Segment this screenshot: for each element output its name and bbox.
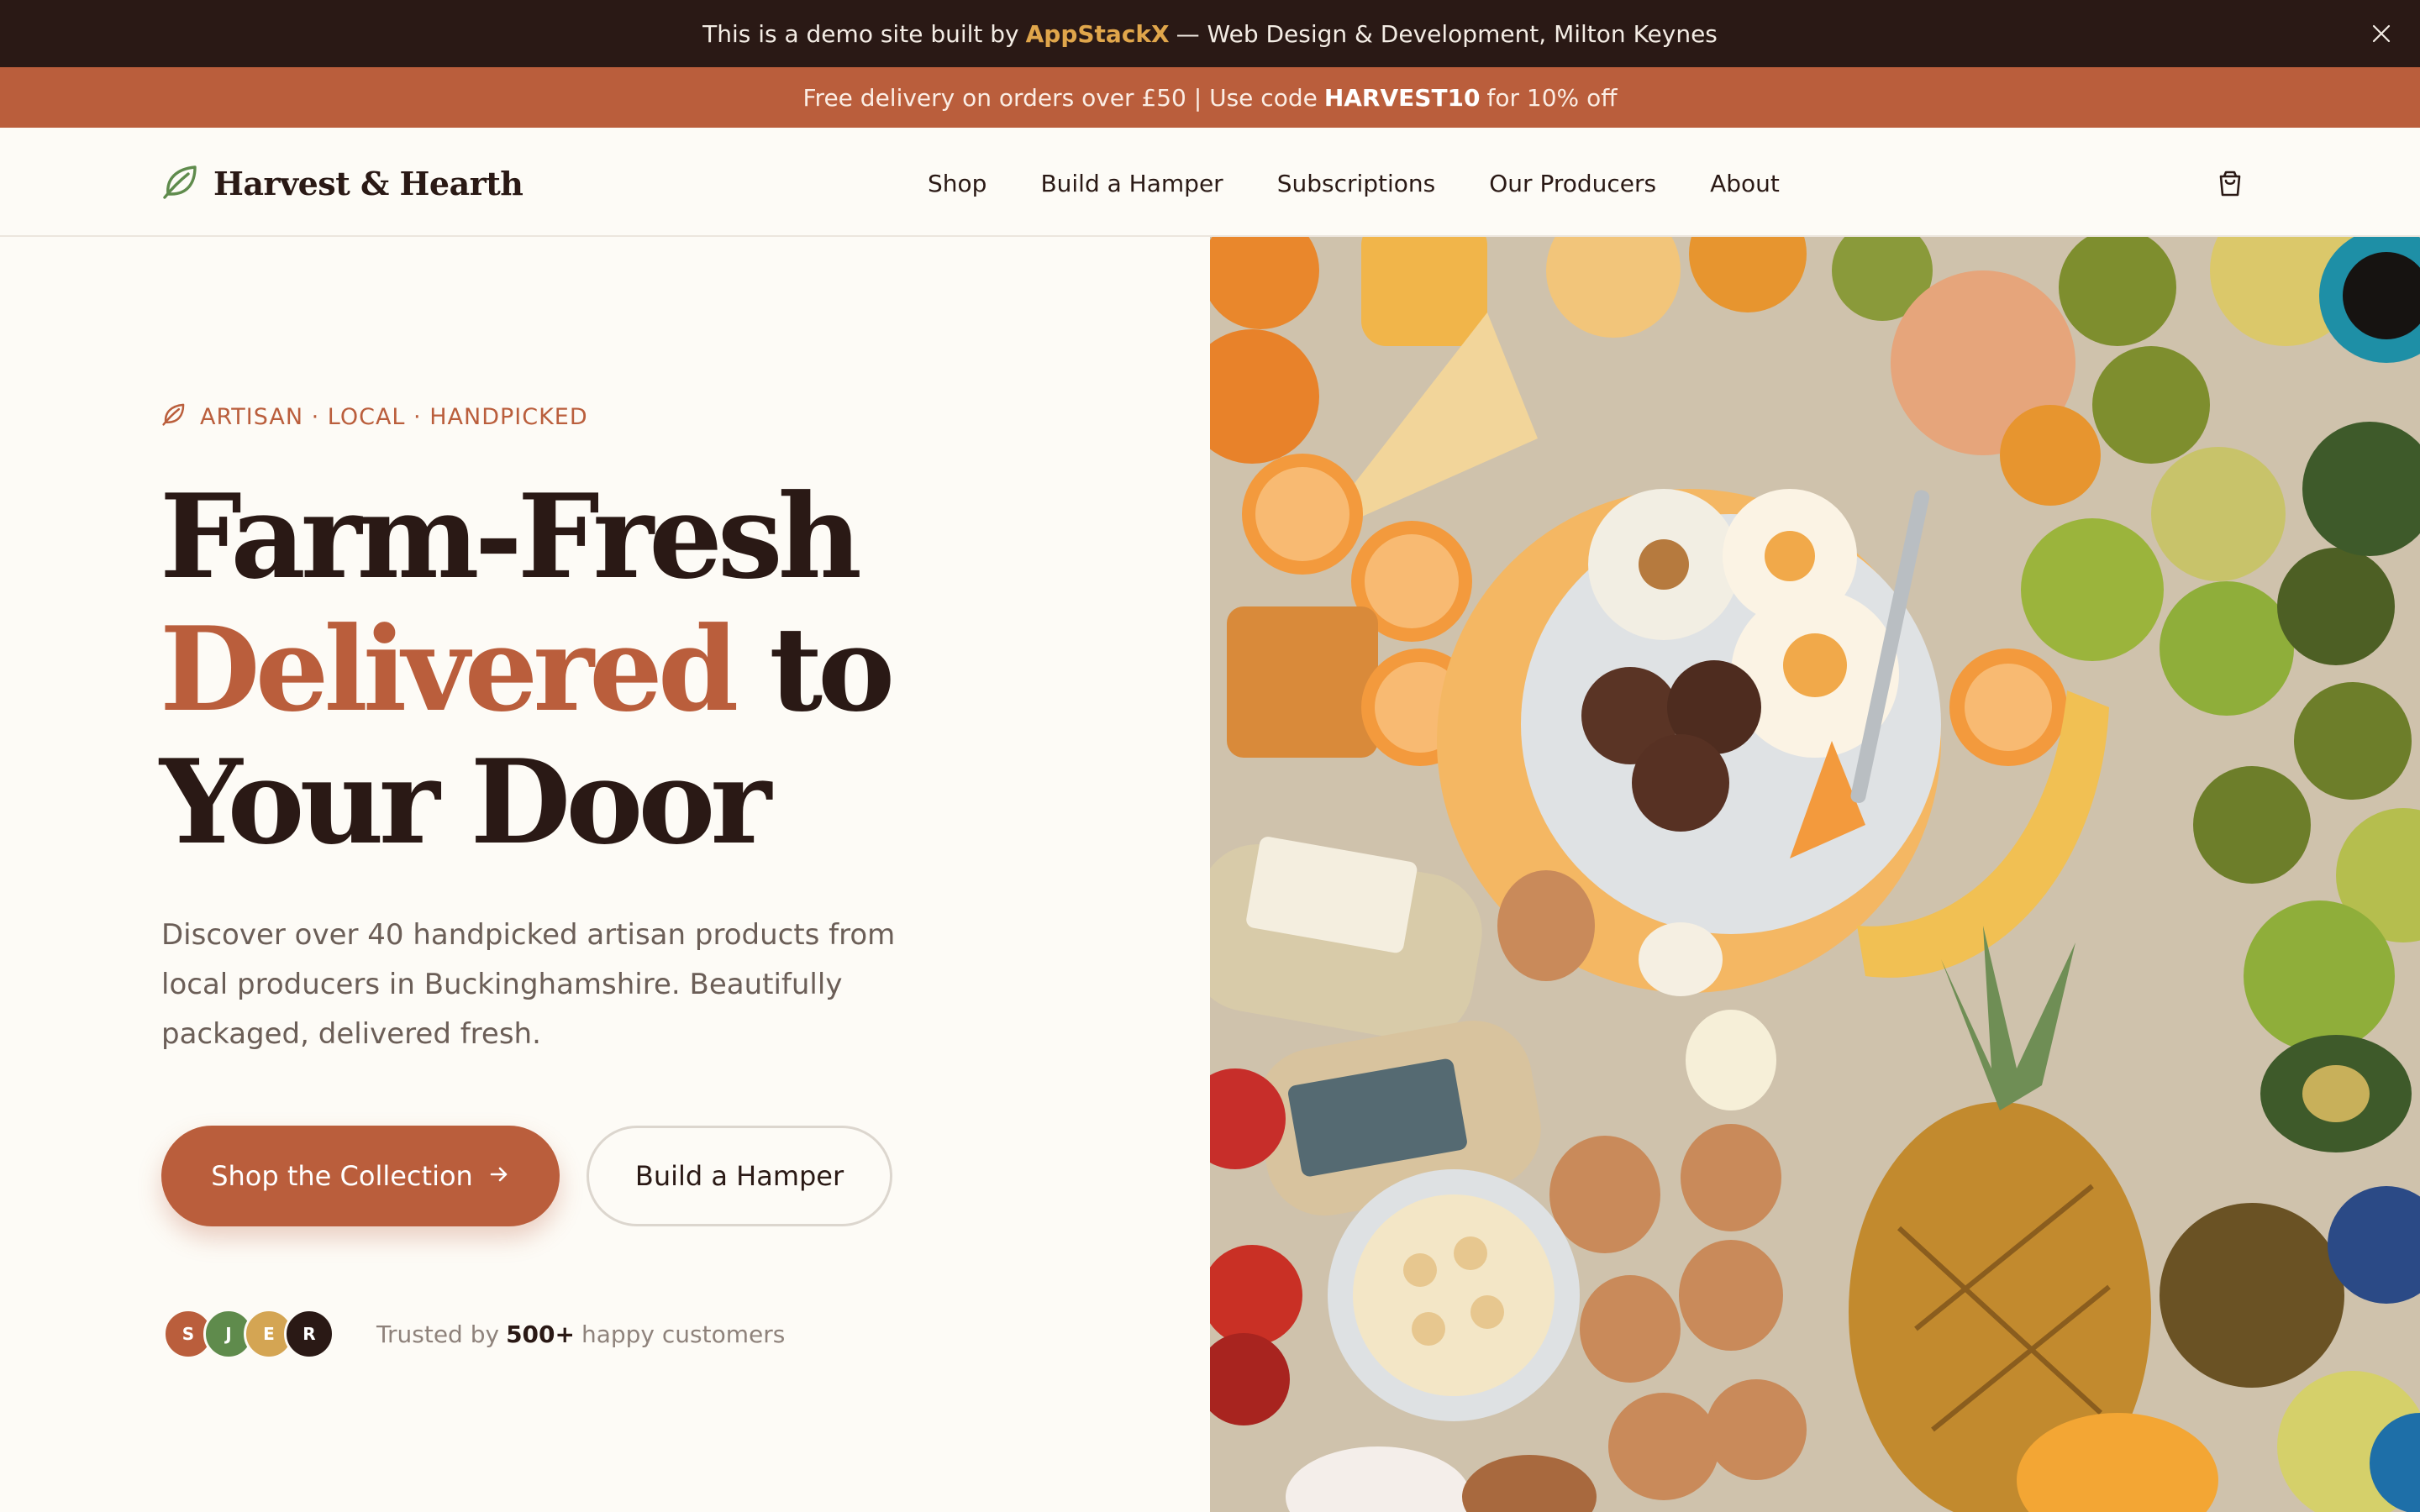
demo-banner-suffix: — Web Design & Development, Milton Keyne… [1176, 19, 1718, 48]
nav-shop[interactable]: Shop [928, 170, 986, 197]
close-icon[interactable] [2366, 18, 2396, 49]
leaf-icon [161, 162, 200, 204]
arrow-right-icon [488, 1160, 510, 1192]
headline-line-1: Farm-Fresh [160, 468, 862, 605]
site-logo[interactable]: Harvest & Hearth [161, 158, 523, 208]
hero-headline: Farm-Fresh Delivered to Your Door [160, 470, 1168, 869]
logo-text: Harvest & Hearth [213, 164, 523, 202]
nav-build-a-hamper[interactable]: Build a Hamper [1040, 170, 1223, 197]
trust-statement: Trusted by 500+ happy customers [376, 1317, 785, 1351]
shop-collection-button[interactable]: Shop the Collection [161, 1126, 560, 1226]
shop-collection-label: Shop the Collection [211, 1160, 473, 1192]
build-hamper-label: Build a Hamper [634, 1160, 844, 1192]
nav-about[interactable]: About [1710, 170, 1780, 197]
promo-banner: Free delivery on orders over £50 | Use c… [0, 67, 2420, 128]
demo-banner: This is a demo site built by AppStackX —… [0, 0, 2420, 67]
trust-count: 500+ [506, 1320, 575, 1348]
promo-suffix: for 10% off [1486, 83, 1618, 112]
headline-line-3: Your Door [160, 733, 771, 870]
shopping-bag-icon[interactable] [2213, 166, 2247, 200]
trust-prefix: Trusted by [376, 1320, 500, 1348]
promo-code: HARVEST10 [1323, 83, 1481, 112]
build-hamper-button[interactable]: Build a Hamper [587, 1126, 892, 1226]
promo-prefix: Free delivery on orders over £50 | Use c… [802, 83, 1318, 112]
headline-accent: Delivered [160, 601, 739, 738]
trust-suffix: happy customers [581, 1320, 786, 1348]
hero-eyebrow-text: ARTISAN · LOCAL · HANDPICKED [200, 403, 588, 430]
demo-banner-prefix: This is a demo site built by [702, 19, 1019, 48]
hero-eyebrow: ARTISAN · LOCAL · HANDPICKED [161, 400, 588, 433]
demo-banner-brand-link[interactable]: AppStackX [1026, 20, 1170, 48]
nav-subscriptions[interactable]: Subscriptions [1277, 170, 1436, 197]
headline-line-2-rest: to [769, 601, 895, 738]
site-header: Harvest & Hearth Shop Build a Hamper Sub… [0, 128, 2420, 237]
nav-our-producers[interactable]: Our Producers [1489, 170, 1656, 197]
main-nav: Shop Build a Hamper Subscriptions Our Pr… [928, 161, 1780, 205]
hero-food-image [1210, 237, 2420, 1512]
customer-avatars: S J E R [163, 1309, 334, 1359]
leaf-icon [161, 402, 187, 433]
avatar: R [284, 1309, 334, 1359]
hero-subtext: Discover over 40 handpicked artisan prod… [161, 918, 896, 1051]
